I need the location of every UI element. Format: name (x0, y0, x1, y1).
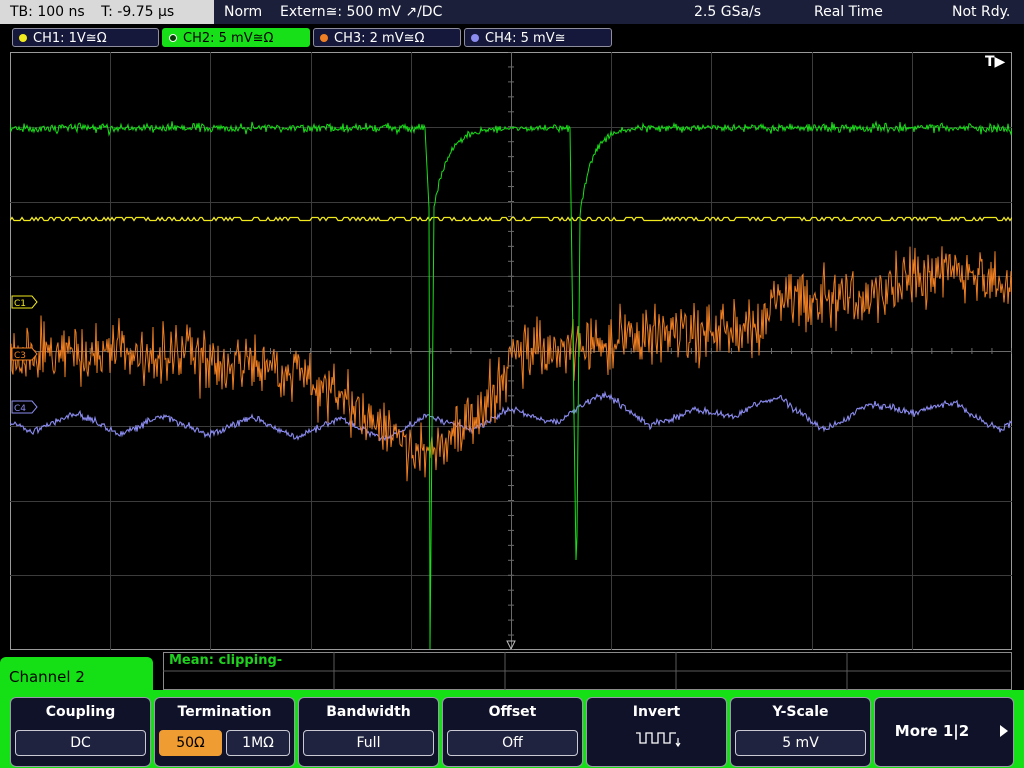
channel-tab-label: CH3: 2 mV≅Ω (334, 31, 425, 46)
channel-tab-label: CH1: 1V≅Ω (33, 31, 107, 46)
triangle-right-icon (1000, 725, 1008, 737)
offset-softkey[interactable]: Offset Off (442, 697, 583, 767)
trigger-time: T: -9.75 µs (101, 4, 175, 20)
coupling-value[interactable]: DC (15, 730, 146, 756)
ch1-marker[interactable]: C1 (11, 295, 38, 309)
timebase-box[interactable]: TB: 100 ns T: -9.75 µs (0, 0, 214, 24)
coupling-softkey[interactable]: Coupling DC (10, 697, 151, 767)
yscale-value[interactable]: 5 mV (735, 730, 866, 756)
offset-title: Offset (488, 704, 537, 720)
coupling-title: Coupling (45, 704, 116, 720)
ch1-dot-icon (19, 34, 27, 42)
bandwidth-title: Bandwidth (326, 704, 411, 720)
more-softkey[interactable]: More 1|2 (874, 697, 1014, 767)
trigger-position-marker[interactable]: T▶ (985, 54, 1006, 70)
yscale-title: Y-Scale (772, 704, 829, 720)
menu-title-tab: Channel 2 (0, 657, 153, 701)
invert-title: Invert (632, 704, 681, 720)
trigger-source[interactable]: Extern≅: 500 mV ↗/DC (280, 0, 442, 24)
termination-softkey[interactable]: Termination 50Ω 1MΩ (154, 697, 295, 767)
channel-tab-ch3[interactable]: CH3: 2 mV≅Ω (313, 28, 461, 47)
square-wave-icon (636, 732, 681, 748)
offset-value[interactable]: Off (447, 730, 578, 756)
ch4-marker[interactable]: C4 (11, 400, 38, 414)
bandwidth-value[interactable]: Full (303, 730, 434, 756)
ch3-marker-label: C3 (14, 351, 26, 361)
channel-tab-ch2[interactable]: CH2: 5 mV≅Ω (162, 28, 310, 47)
waveform-display[interactable]: C1 C3 C4 T▶ (10, 52, 1012, 650)
more-label: More 1|2 (894, 722, 970, 740)
trigger-status: Not Rdy. (952, 4, 1011, 20)
channel-tab-label: CH2: 5 mV≅Ω (183, 31, 274, 46)
sample-rate: 2.5 GSa/s (694, 4, 762, 20)
trigger-mode[interactable]: Norm (224, 0, 262, 24)
ch3-marker[interactable]: C3 (11, 347, 38, 361)
channel-tab-ch1[interactable]: CH1: 1V≅Ω (12, 28, 159, 47)
yscale-softkey[interactable]: Y-Scale 5 mV (730, 697, 871, 767)
channel-tab-label: CH4: 5 mV≅ (485, 31, 566, 46)
termination-1mohm-option[interactable]: 1MΩ (226, 730, 290, 756)
timebase-value: TB: 100 ns (10, 4, 85, 20)
termination-50ohm-option[interactable]: 50Ω (159, 730, 222, 756)
acquisition-mode: Real Time (814, 4, 883, 20)
invert-softkey[interactable]: Invert (586, 697, 727, 767)
ch4-marker-label: C4 (14, 404, 26, 414)
measurement-result: Mean: clipping- (169, 653, 283, 668)
ch2-dot-icon (169, 34, 177, 42)
bandwidth-softkey[interactable]: Bandwidth Full (298, 697, 439, 767)
ch3-dot-icon (320, 34, 328, 42)
channel-tab-ch4[interactable]: CH4: 5 mV≅ (464, 28, 612, 47)
measurement-panel (163, 652, 1012, 690)
ch4-dot-icon (471, 34, 479, 42)
ch1-marker-label: C1 (14, 299, 26, 309)
termination-title: Termination (177, 704, 272, 720)
